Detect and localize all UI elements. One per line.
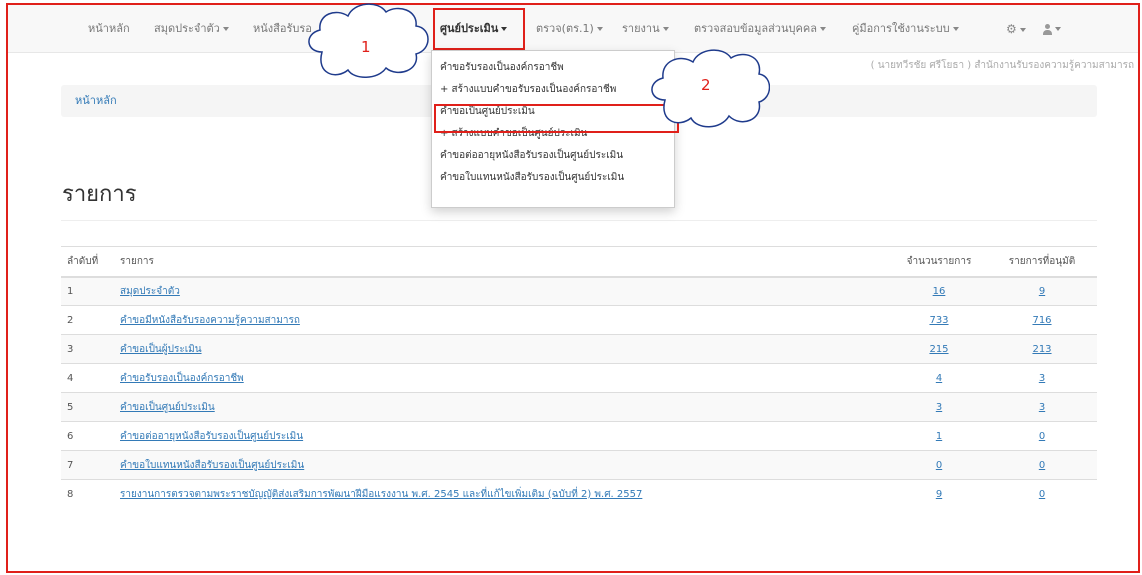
chevron-down-icon — [1055, 27, 1061, 31]
row-item-link[interactable]: รายงานการตรวจตามพระราชบัญญัติส่งเสริมการ… — [120, 489, 642, 500]
row-approved-link[interactable]: 9 — [1039, 286, 1045, 297]
row-approved-link[interactable]: 3 — [1039, 402, 1045, 413]
nav-inspection[interactable]: ตรวจ(ตร.1) — [536, 5, 603, 53]
title-divider — [61, 220, 1097, 221]
row-approved-link[interactable]: 3 — [1039, 373, 1045, 384]
table-row: 7 คำขอใบแทนหนังสือรับรองเป็นศูนย์ประเมิน 0… — [61, 450, 1097, 480]
row-approved-cell: 3 — [987, 392, 1097, 422]
row-item-cell: คำขอเป็นศูนย์ประเมิน — [114, 392, 891, 422]
row-approved-cell: 716 — [987, 305, 1097, 335]
table-row: 4 คำขอรับรองเป็นองค์กรอาชีพ 4 3 — [61, 363, 1097, 393]
row-item-link[interactable]: คำขอเป็นผู้ประเมิน — [120, 344, 202, 355]
row-item-cell: คำขอใบแทนหนังสือรับรองเป็นศูนย์ประเมิน — [114, 450, 891, 480]
row-count-link[interactable]: 733 — [929, 315, 948, 326]
gear-icon: ⚙ — [1006, 22, 1017, 36]
row-approved-link[interactable]: 0 — [1039, 431, 1045, 442]
table-row: 2 คำขอมีหนังสือรับรองความรู้ความสามารถ 733… — [61, 305, 1097, 335]
row-num: 3 — [61, 334, 114, 364]
breadcrumb-home[interactable]: หน้าหลัก — [75, 94, 117, 107]
row-count-link[interactable]: 1 — [936, 431, 942, 442]
row-approved-cell: 3 — [987, 363, 1097, 393]
header-approved: รายการที่อนุมัติ — [987, 246, 1097, 278]
row-count-cell: 733 — [891, 305, 987, 335]
row-approved-cell: 213 — [987, 334, 1097, 364]
row-count-link[interactable]: 16 — [933, 286, 946, 297]
chevron-down-icon — [596, 27, 603, 31]
user-icon — [1043, 23, 1052, 35]
row-approved-cell: 0 — [987, 450, 1097, 480]
row-count-cell: 16 — [891, 276, 987, 306]
annotation-step-2: 2 — [701, 76, 711, 94]
menu-item-replacement-request[interactable]: คำขอใบแทนหนังสือรับรองเป็นศูนย์ประเมิน — [432, 167, 674, 189]
row-approved-cell: 0 — [987, 421, 1097, 451]
row-item-cell: คำขอมีหนังสือรับรองความรู้ความสามารถ — [114, 305, 891, 335]
table-row: 8 รายงานการตรวจตามพระราชบัญญัติส่งเสริมกา… — [61, 479, 1097, 509]
row-num: 5 — [61, 392, 114, 422]
chevron-down-icon — [1019, 28, 1026, 32]
row-count-cell: 1 — [891, 421, 987, 451]
table-row: 3 คำขอเป็นผู้ประเมิน 215 213 — [61, 334, 1097, 364]
row-num: 6 — [61, 421, 114, 451]
row-count-cell: 9 — [891, 479, 987, 509]
row-item-link[interactable]: คำขอต่ออายุหนังสือรับรองเป็นศูนย์ประเมิน — [120, 431, 303, 442]
nav-home[interactable]: หน้าหลัก — [88, 5, 130, 53]
row-num: 2 — [61, 305, 114, 335]
row-item-cell: คำขอต่ออายุหนังสือรับรองเป็นศูนย์ประเมิน — [114, 421, 891, 451]
chevron-down-icon — [662, 27, 669, 31]
table-header-row: ลำดับที่ รายการ จำนวนรายการ รายการที่อนุ… — [61, 246, 1097, 278]
row-item-cell: สมุดประจำตัว — [114, 276, 891, 306]
header-item: รายการ — [114, 246, 891, 278]
row-item-link[interactable]: คำขอเป็นศูนย์ประเมิน — [120, 402, 215, 413]
row-approved-link[interactable]: 0 — [1039, 489, 1045, 500]
nav-record-book[interactable]: สมุดประจำตัว — [154, 5, 229, 53]
settings-menu[interactable]: ⚙ — [1006, 5, 1026, 53]
row-count-link[interactable]: 4 — [936, 373, 942, 384]
row-num: 7 — [61, 450, 114, 480]
chevron-down-icon — [952, 27, 959, 31]
menu-item-renewal-request[interactable]: คำขอต่ออายุหนังสือรับรองเป็นศูนย์ประเมิน — [432, 145, 674, 167]
row-item-cell: คำขอเป็นผู้ประเมิน — [114, 334, 891, 364]
row-num: 4 — [61, 363, 114, 393]
annotation-step-1: 1 — [361, 38, 371, 56]
table-row: 6 คำขอต่ออายุหนังสือรับรองเป็นศูนย์ประเมิ… — [61, 421, 1097, 451]
row-count-link[interactable]: 3 — [936, 402, 942, 413]
header-num: ลำดับที่ — [61, 246, 114, 278]
row-approved-link[interactable]: 716 — [1032, 315, 1051, 326]
annotation-highlight-nav — [433, 8, 525, 50]
row-count-link[interactable]: 215 — [929, 344, 948, 355]
table-row: 5 คำขอเป็นศูนย์ประเมิน 3 3 — [61, 392, 1097, 422]
row-count-cell: 215 — [891, 334, 987, 364]
summary-table: ลำดับที่ รายการ จำนวนรายการ รายการที่อนุ… — [61, 246, 1097, 509]
header-count: จำนวนรายการ — [891, 246, 987, 278]
row-item-link[interactable]: สมุดประจำตัว — [120, 286, 180, 297]
user-menu[interactable] — [1043, 5, 1061, 53]
row-count-cell: 0 — [891, 450, 987, 480]
user-info: ( นายทวีรชัย ศรีโยธา ) สำนักงานรับรองควา… — [870, 60, 1134, 71]
row-item-cell: รายงานการตรวจตามพระราชบัญญัติส่งเสริมการ… — [114, 479, 891, 509]
row-approved-link[interactable]: 0 — [1039, 460, 1045, 471]
page-title: รายการ — [62, 182, 137, 207]
row-approved-cell: 0 — [987, 479, 1097, 509]
row-approved-cell: 9 — [987, 276, 1097, 306]
row-count-cell: 4 — [891, 363, 987, 393]
row-item-cell: คำขอรับรองเป็นองค์กรอาชีพ — [114, 363, 891, 393]
row-count-link[interactable]: 0 — [936, 460, 942, 471]
row-item-link[interactable]: คำขอใบแทนหนังสือรับรองเป็นศูนย์ประเมิน — [120, 460, 304, 471]
nav-user-manual[interactable]: คู่มือการใช้งานระบบ — [852, 5, 959, 53]
row-count-cell: 3 — [891, 392, 987, 422]
annotation-highlight-menu-item — [434, 104, 679, 133]
row-num: 1 — [61, 276, 114, 306]
row-count-link[interactable]: 9 — [936, 489, 942, 500]
menu-item-create-org-certification[interactable]: + สร้างแบบคำขอรับรองเป็นองค์กรอาชีพ — [432, 79, 674, 101]
row-approved-link[interactable]: 213 — [1032, 344, 1051, 355]
top-navbar: หน้าหลัก สมุดประจำตัว หนังสือรับรอ ศูนย์… — [8, 5, 1138, 53]
row-item-link[interactable]: คำขอมีหนังสือรับรองความรู้ความสามารถ — [120, 315, 300, 326]
chevron-down-icon — [819, 27, 826, 31]
row-num: 8 — [61, 479, 114, 509]
table-row: 1 สมุดประจำตัว 16 9 — [61, 276, 1097, 306]
row-item-link[interactable]: คำขอรับรองเป็นองค์กรอาชีพ — [120, 373, 244, 384]
menu-item-org-certification-request[interactable]: คำขอรับรองเป็นองค์กรอาชีพ — [432, 57, 674, 79]
chevron-down-icon — [222, 27, 229, 31]
